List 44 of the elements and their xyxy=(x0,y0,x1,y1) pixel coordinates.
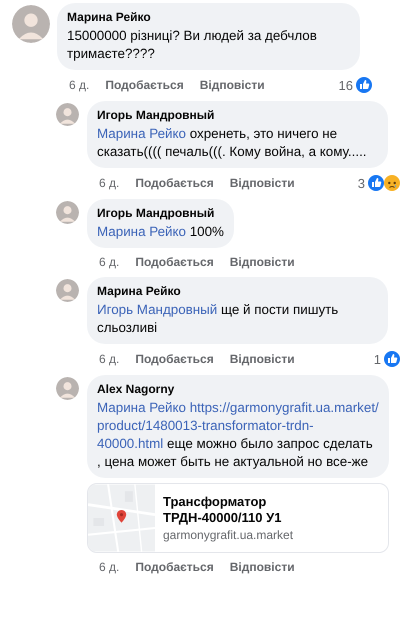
like-link[interactable]: Подобається xyxy=(135,560,214,574)
avatar[interactable] xyxy=(56,279,79,302)
reaction-count: 16 xyxy=(338,78,353,92)
mention-link[interactable]: Марина Рейко xyxy=(97,224,186,239)
comment-text: 15000000 різниці? Ви людей за дебчлов тримаєте???? xyxy=(67,27,318,63)
comment-time[interactable]: 6 д. xyxy=(99,560,120,574)
preview-domain: garmonygrafit.ua.market xyxy=(163,528,294,542)
reply-link[interactable]: Відповісти xyxy=(230,560,295,574)
link-preview-card[interactable]: Трансформатор ТРДН-40000/110 У1 garmonygrafit.ua.market xyxy=(87,483,389,553)
preview-title: Трансформатор ТРДН-40000/110 У1 xyxy=(163,494,282,526)
comment-time[interactable]: 6 д. xyxy=(99,352,120,366)
mention-link[interactable]: Игорь Мандровный xyxy=(97,302,218,317)
author-name[interactable]: Игорь Мандровный xyxy=(97,107,378,123)
comment-text: Марина Рейко охренеть, это ничего не сказать(((( печаль(((. Кому война, а кому..... xyxy=(97,125,368,161)
author-name[interactable]: Марина Рейко xyxy=(67,9,350,25)
reply-link[interactable]: Відповісти xyxy=(230,176,295,190)
reply-link[interactable]: Відповісти xyxy=(230,352,295,366)
mention-link[interactable]: Марина Рейко xyxy=(97,126,186,141)
reply-link[interactable]: Відповісти xyxy=(200,78,265,92)
reaction-count: 1 xyxy=(374,352,381,366)
avatar[interactable] xyxy=(12,5,50,43)
like-icon xyxy=(368,175,384,191)
like-link[interactable]: Подобається xyxy=(135,255,214,269)
sad-face-icon xyxy=(384,175,400,191)
comment-time[interactable]: 6 д. xyxy=(99,176,120,190)
comment-text: Марина Рейко https://garmonygrafit.ua.market/product/1480013-transformator-trdn-40000.html еще можно было запрос сделать , цена может быть не актуальной но все-же xyxy=(97,399,379,471)
author-name[interactable]: Марина Рейко xyxy=(97,283,378,299)
reaction-count: 3 xyxy=(358,176,365,190)
like-link[interactable]: Подобається xyxy=(105,78,184,92)
avatar[interactable] xyxy=(56,377,79,400)
avatar[interactable] xyxy=(56,201,79,224)
comment-text: Игорь Мандровный ще й пости пишуть сльозливі xyxy=(97,301,340,337)
author-name[interactable]: Alex Nagorny xyxy=(97,381,379,397)
comment-time[interactable]: 6 д. xyxy=(99,255,120,269)
avatar[interactable] xyxy=(56,103,79,126)
mention-link[interactable]: Марина Рейко xyxy=(97,400,186,415)
comment-text: Марина Рейко 100% xyxy=(97,223,224,241)
like-icon xyxy=(384,351,400,367)
comment-time[interactable]: 6 д. xyxy=(69,78,90,92)
like-link[interactable]: Подобається xyxy=(135,176,214,190)
like-icon xyxy=(356,77,372,93)
like-link[interactable]: Подобається xyxy=(135,352,214,366)
author-name[interactable]: Игорь Мандровный xyxy=(97,205,224,221)
reply-link[interactable]: Відповісти xyxy=(230,255,295,269)
